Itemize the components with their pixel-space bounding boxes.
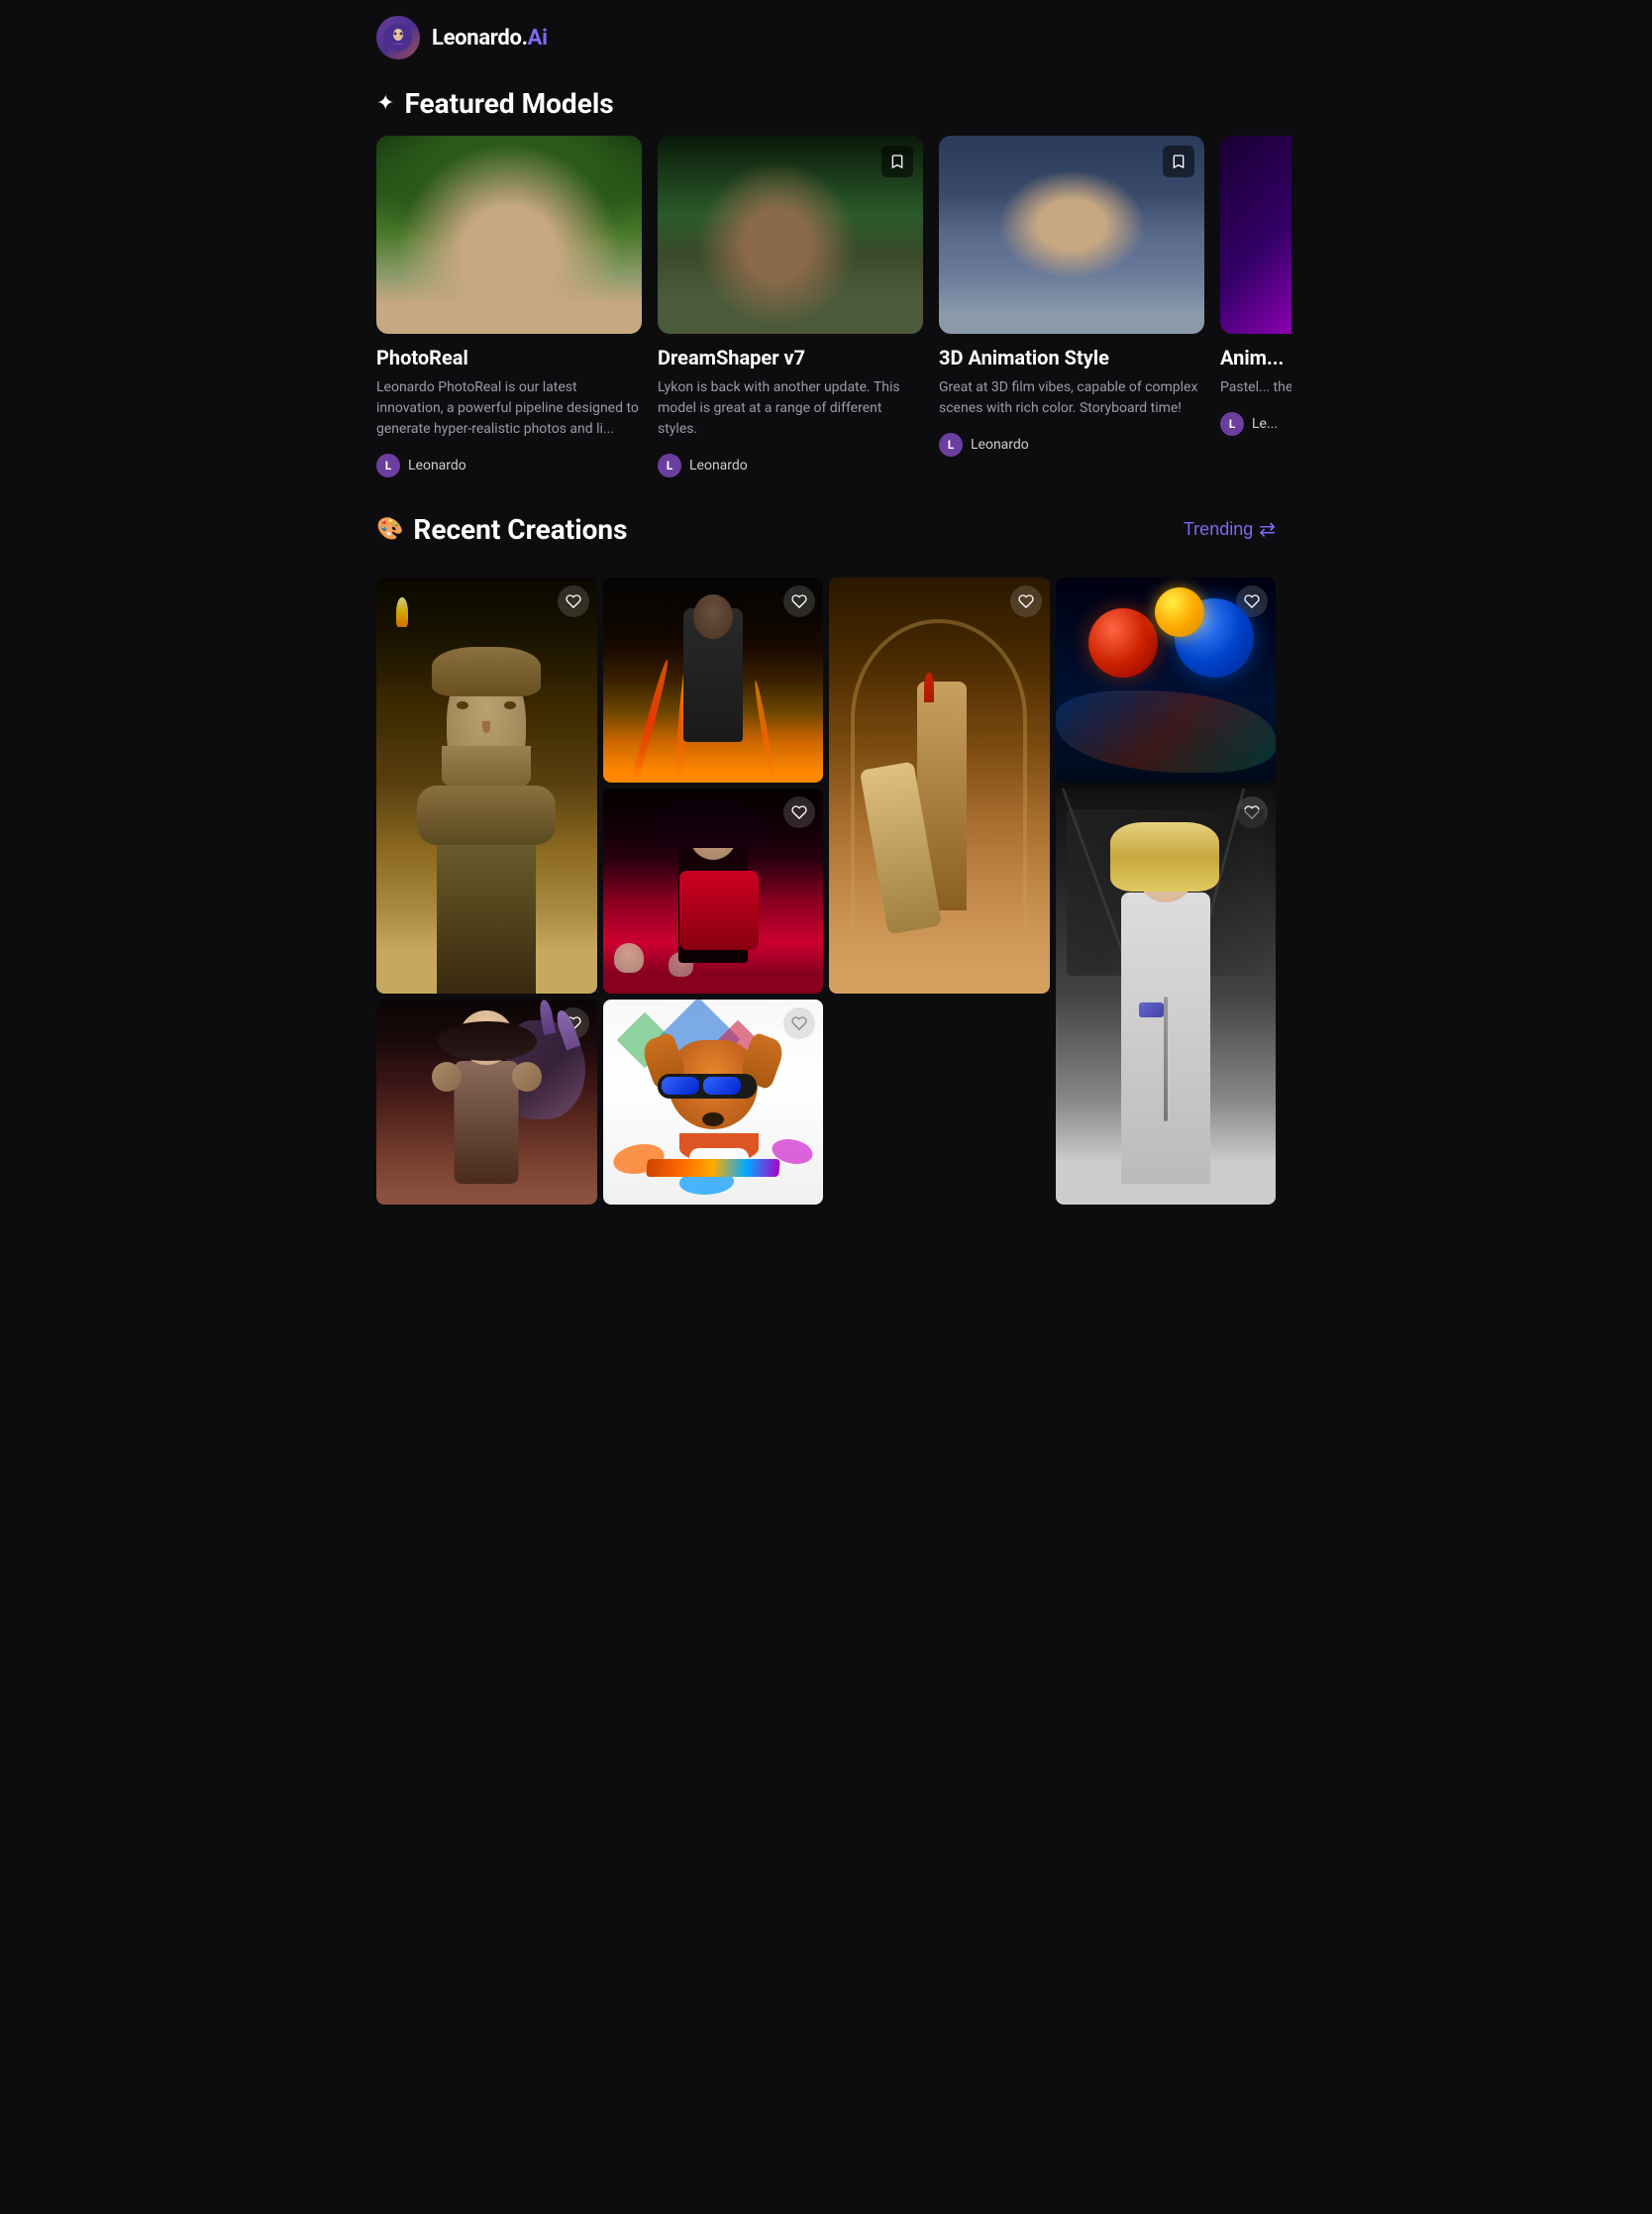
logo-avatar — [376, 16, 420, 59]
recent-title: Recent Creations — [413, 513, 627, 546]
recent-title-group: 🎨 Recent Creations — [376, 513, 628, 546]
creations-grid — [376, 578, 1276, 1205]
model-author-3d-animation: L Leonardo — [939, 433, 1204, 457]
featured-icon: ✦ — [376, 91, 394, 116]
creation-item-balls[interactable] — [1056, 578, 1277, 783]
model-desc-anime: Pastel... the ani... Model... — [1220, 377, 1291, 398]
featured-scroll[interactable]: PhotoReal Leonardo PhotoReal is our late… — [361, 136, 1291, 501]
author-avatar-3d-animation: L — [939, 433, 963, 457]
model-author-anime: L Le... — [1220, 412, 1291, 436]
model-name-anime: Anim... — [1220, 346, 1291, 369]
model-card-3d-animation[interactable]: 3D Animation Style Great at 3D film vibe… — [939, 136, 1204, 477]
model-desc-photoreal: Leonardo PhotoReal is our latest innovat… — [376, 377, 642, 440]
featured-title-group: ✦ Featured Models — [376, 87, 614, 120]
featured-title: Featured Models — [404, 87, 613, 120]
author-avatar-dreamshaper: L — [658, 454, 681, 477]
model-image-photoreal — [376, 136, 642, 334]
model-name-dreamshaper: DreamShaper v7 — [658, 346, 923, 369]
author-name-photoreal: Leonardo — [408, 458, 466, 474]
bookmark-dreamshaper[interactable] — [881, 146, 913, 177]
model-image-bg-anime — [1220, 136, 1291, 334]
model-author-photoreal: L Leonardo — [376, 454, 642, 477]
swap-icon: ⇄ — [1259, 517, 1276, 542]
creation-item-blonde-girl[interactable] — [1056, 789, 1277, 1205]
trending-button[interactable]: Trending ⇄ — [1184, 517, 1276, 542]
author-avatar-anime: L — [1220, 412, 1244, 436]
bookmark-3d-animation[interactable] — [1163, 146, 1194, 177]
creation-item-statue[interactable] — [376, 578, 597, 994]
logo-text: Leonardo.Ai — [432, 26, 548, 51]
model-image-anime — [1220, 136, 1291, 334]
creation-item-dog[interactable] — [603, 1000, 824, 1205]
header: Leonardo.Ai — [361, 0, 1291, 79]
recent-section-header: 🎨 Recent Creations Trending ⇄ — [361, 513, 1291, 562]
author-avatar-photoreal: L — [376, 454, 400, 477]
model-card-anime[interactable]: Anim... Pastel... the ani... Model... L … — [1220, 136, 1291, 477]
featured-row: PhotoReal Leonardo PhotoReal is our late… — [376, 136, 1291, 477]
creation-item-fire-man[interactable] — [603, 578, 824, 783]
author-name-dreamshaper: Leonardo — [689, 458, 748, 474]
creation-item-warriors[interactable] — [829, 578, 1050, 994]
model-image-bg-photoreal — [376, 136, 642, 334]
model-name-3d-animation: 3D Animation Style — [939, 346, 1204, 369]
creation-item-dark-girl[interactable] — [603, 789, 824, 994]
creation-item-dragon-girl[interactable] — [376, 1000, 597, 1205]
model-desc-3d-animation: Great at 3D film vibes, capable of compl… — [939, 377, 1204, 419]
trending-label: Trending — [1184, 519, 1253, 540]
recent-icon: 🎨 — [376, 517, 403, 542]
model-image-dreamshaper — [658, 136, 923, 334]
author-name-anime: Le... — [1252, 416, 1278, 432]
author-name-3d-animation: Leonardo — [971, 437, 1029, 453]
featured-section-header: ✦ Featured Models — [361, 87, 1291, 136]
creations-section — [361, 578, 1291, 1205]
model-image-3d-animation — [939, 136, 1204, 334]
model-card-dreamshaper[interactable]: DreamShaper v7 Lykon is back with anothe… — [658, 136, 923, 477]
model-desc-dreamshaper: Lykon is back with another update. This … — [658, 377, 923, 440]
model-card-photoreal[interactable]: PhotoReal Leonardo PhotoReal is our late… — [376, 136, 642, 477]
model-author-dreamshaper: L Leonardo — [658, 454, 923, 477]
model-name-photoreal: PhotoReal — [376, 346, 642, 369]
